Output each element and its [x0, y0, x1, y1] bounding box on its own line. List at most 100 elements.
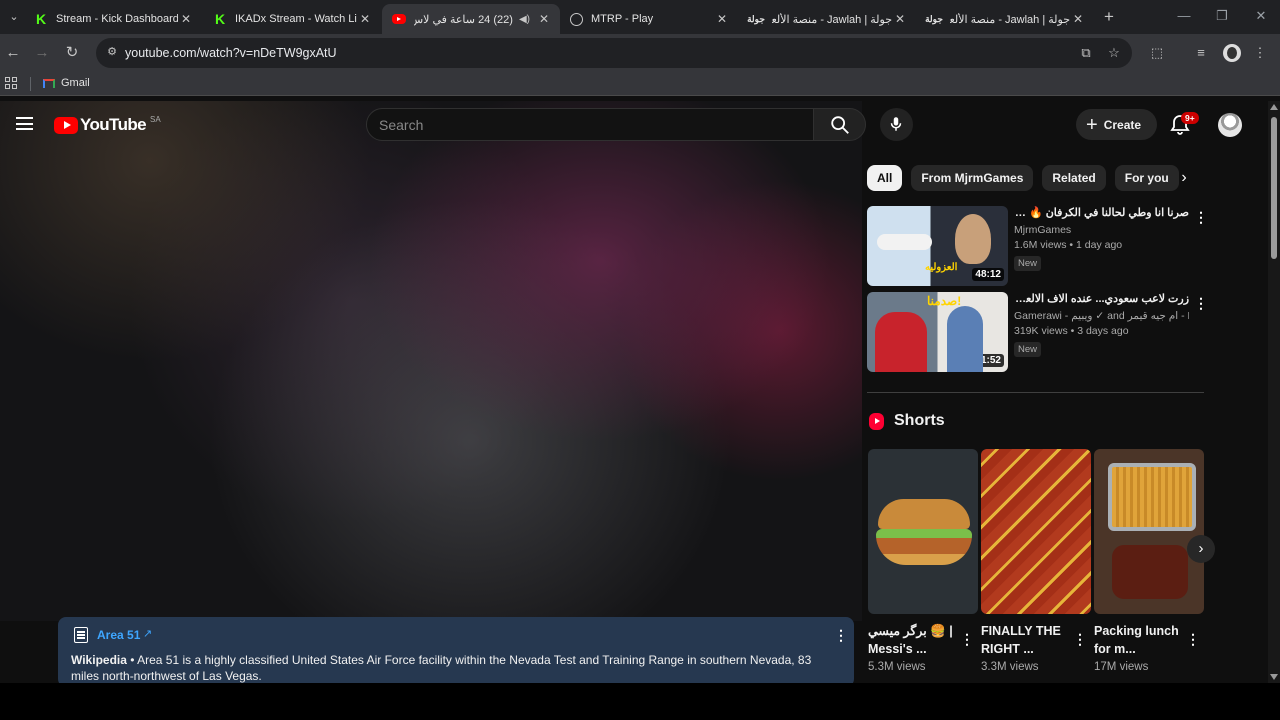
jawlah-icon: جولة [925, 13, 943, 24]
more-actions-icon[interactable]: ⋮ [960, 631, 974, 648]
close-icon[interactable]: ✕ [892, 12, 908, 26]
scrollbar-thumb[interactable] [1271, 117, 1277, 259]
info-panel-title[interactable]: Area 51 [97, 628, 140, 642]
search-input[interactable] [379, 115, 799, 135]
page-scrollbar[interactable] [1268, 101, 1280, 683]
close-icon[interactable]: ✕ [357, 12, 373, 26]
youtube-logo[interactable]: YouTube SA [54, 115, 161, 135]
info-panel-description: Area 51 is a highly classified United St… [71, 653, 812, 683]
youtube-icon [392, 14, 406, 24]
video-title[interactable]: زرت لاعب سعودي... عنده الاف الالعاب! [1014, 292, 1189, 306]
section-divider [867, 392, 1204, 393]
microphone-icon [890, 117, 902, 131]
bookmarks-separator [30, 77, 31, 91]
more-actions-icon[interactable]: ⋮ [1194, 296, 1208, 310]
minimize-button[interactable]: — [1174, 8, 1194, 23]
chevron-right-icon[interactable]: › [1173, 167, 1195, 189]
video-thumbnail[interactable]: العزوليه 48:12 [867, 206, 1008, 286]
back-button[interactable]: ← [3, 43, 23, 63]
close-icon[interactable]: ✕ [536, 12, 552, 26]
search-button[interactable] [813, 108, 866, 141]
gmail-icon [43, 78, 55, 88]
new-tab-button[interactable]: + [1099, 7, 1119, 27]
short-item[interactable]: FINALLY THE RIGHT ... 3.3M views ⋮ [981, 449, 1091, 673]
video-duration: 11:52 [972, 354, 1004, 367]
short-views: 17M views [1094, 661, 1149, 673]
info-panel-source[interactable]: Wikipedia [71, 653, 127, 667]
speaker-icon[interactable]: ◀) [519, 14, 530, 25]
recommended-video[interactable]: صدمنا! 11:52 زرت لاعب سعودي... عنده الاف… [867, 292, 1208, 372]
scroll-up-icon[interactable] [1270, 104, 1278, 110]
scroll-down-icon[interactable] [1270, 674, 1278, 680]
short-title[interactable]: Packing lunch for m... [1094, 622, 1186, 658]
tab-ikadx-stream[interactable]: K IKADx Stream - Watch Live ✕ [203, 4, 381, 34]
info-panel-text: Wikipedia • Area 51 is a highly classifi… [71, 653, 812, 683]
short-thumbnail[interactable] [1094, 449, 1204, 614]
shorts-next-button[interactable]: › [1187, 535, 1215, 563]
bookmark-star-icon[interactable]: ☆ [1106, 45, 1122, 61]
chip-from-mjrmgames[interactable]: From MjrmGames [911, 165, 1034, 191]
reload-button[interactable]: ↻ [62, 43, 82, 63]
apps-grid-icon[interactable] [5, 77, 17, 89]
video-player[interactable] [0, 101, 862, 621]
channel-name[interactable]: MjrmGames [1014, 224, 1189, 236]
tab-kick-dashboard[interactable]: K Stream - Kick Dashboard ✕ [24, 4, 202, 34]
youtube-page: YouTube SA + Create [0, 101, 1268, 683]
short-title[interactable]: FINALLY THE RIGHT ... [981, 622, 1073, 658]
more-actions-icon[interactable]: ⋮ [834, 627, 848, 644]
url-text: youtube.com/watch?v=nDeTW9gxAtU [125, 46, 337, 60]
short-item[interactable]: برگر ميسي 🍔 | Messi's ... 5.3M views ⋮ [868, 449, 978, 673]
close-icon[interactable]: ✕ [1070, 12, 1086, 26]
bookmark-label: Gmail [61, 77, 90, 89]
recommended-video[interactable]: العزوليه 48:12 صرنا انا وطي لحالنا في ال… [867, 206, 1208, 286]
video-meta: 1.6M views • 1 day ago [1014, 239, 1123, 251]
channel-name[interactable]: Gamerawi - ويبيم ✓ and ام جيه قيمر - MJ … [1014, 310, 1189, 322]
tab-mtrp-play[interactable]: MTRP - Play ✕ [560, 4, 738, 34]
search-icon [831, 116, 849, 134]
voice-search-button[interactable] [880, 108, 913, 141]
more-actions-icon[interactable]: ⋮ [1073, 631, 1087, 648]
video-thumbnail[interactable]: صدمنا! 11:52 [867, 292, 1008, 372]
address-bar[interactable]: ⚙ youtube.com/watch?v=nDeTW9gxAtU ⧉ ☆ [96, 38, 1132, 68]
maximize-button[interactable]: ❐ [1212, 8, 1232, 24]
video-title[interactable]: صرنا انا وطي لحالنا في الكرفان 🔥 !#21 [1014, 206, 1189, 220]
site-info-icon[interactable]: ⚙ [104, 45, 120, 61]
tab-youtube-active[interactable]: (22) 24 ساعة في لاس ف ◀) ✕ [382, 4, 560, 34]
more-actions-icon[interactable]: ⋮ [1194, 210, 1208, 224]
extensions-icon[interactable]: ⬚ [1148, 44, 1166, 62]
short-thumbnail[interactable] [981, 449, 1091, 614]
browser-menu-icon[interactable]: ⋮ [1251, 44, 1269, 62]
video-info: صرنا انا وطي لحالنا في الكرفان 🔥 !#21 Mj… [1014, 206, 1189, 271]
media-controls-icon[interactable]: ≡ [1192, 44, 1210, 62]
chip-related[interactable]: Related [1042, 165, 1106, 191]
tab-title: جولة | Jawlah - منصة الألعاب [950, 13, 1070, 26]
forward-button[interactable]: → [32, 43, 52, 63]
create-button[interactable]: + Create [1076, 109, 1157, 140]
install-app-icon[interactable]: ⧉ [1078, 45, 1094, 61]
tab-jawlah-1[interactable]: جولة جولة | Jawlah - منصة الألعاب ✕ [738, 4, 916, 34]
more-actions-icon[interactable]: ⋮ [1186, 631, 1200, 648]
browser-profile-avatar[interactable] [1223, 44, 1241, 62]
new-badge: New [1014, 256, 1042, 271]
globe-icon [570, 12, 583, 26]
tab-title: IKADx Stream - Watch Live [235, 13, 357, 25]
logo-wordmark: YouTube [80, 115, 147, 134]
close-icon[interactable]: ✕ [714, 12, 730, 26]
close-window-button[interactable]: ✕ [1251, 8, 1271, 24]
account-avatar[interactable] [1218, 113, 1242, 137]
tab-search-button[interactable]: ⌄ [4, 7, 24, 27]
short-views: 5.3M views [868, 661, 926, 673]
guide-menu-icon[interactable] [16, 117, 33, 130]
short-title[interactable]: برگر ميسي 🍔 | Messi's ... [868, 622, 960, 658]
thumbnail-text: صدمنا! [927, 294, 962, 308]
short-item[interactable]: Packing lunch for m... 17M views ⋮ [1094, 449, 1204, 673]
chip-for-you[interactable]: For you [1114, 165, 1179, 191]
chip-all[interactable]: All [867, 165, 903, 191]
browser-toolbar: ← → ↻ ⚙ youtube.com/watch?v=nDeTW9gxAtU … [0, 34, 1280, 72]
external-link-icon[interactable]: ↗ [143, 627, 152, 640]
short-thumbnail[interactable] [868, 449, 978, 614]
close-icon[interactable]: ✕ [178, 12, 194, 26]
bookmark-gmail[interactable]: Gmail [43, 77, 90, 89]
tab-jawlah-2[interactable]: جولة جولة | Jawlah - منصة الألعاب ✕ [916, 4, 1094, 34]
youtube-play-icon [54, 116, 78, 134]
